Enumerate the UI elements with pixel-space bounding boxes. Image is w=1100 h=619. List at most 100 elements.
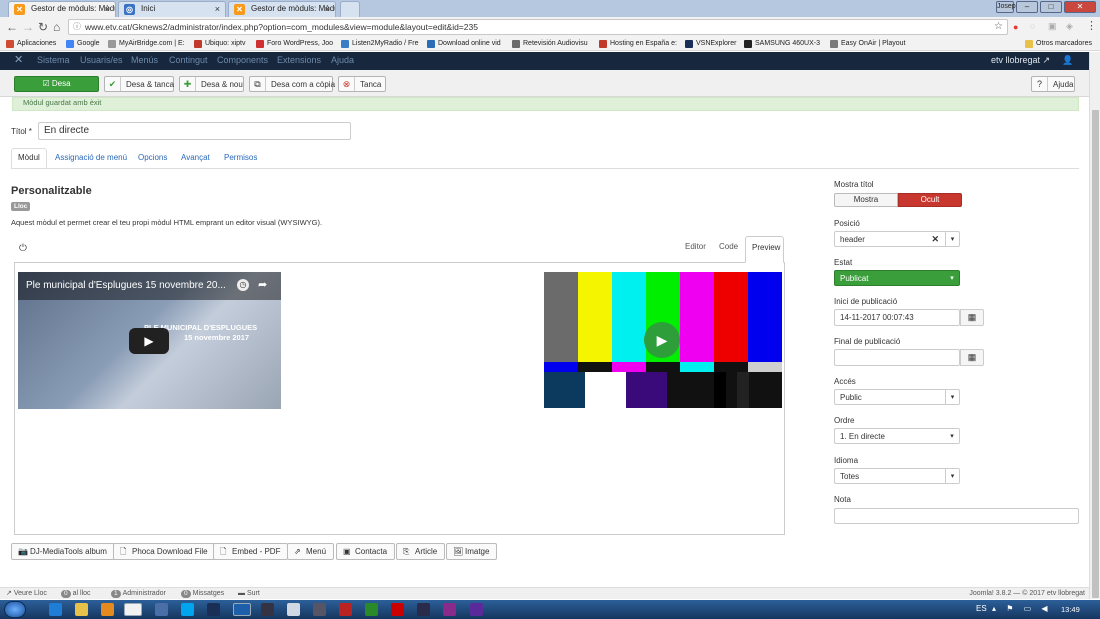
skype-icon[interactable] bbox=[181, 603, 194, 616]
publish-start-input[interactable]: 14-11-2017 00:07:43 bbox=[834, 309, 960, 326]
star-icon[interactable]: ☆ bbox=[994, 20, 1003, 34]
reload-icon[interactable]: ↻ bbox=[38, 20, 48, 34]
title-input[interactable]: En directe bbox=[38, 122, 351, 140]
other-bookmarks[interactable]: Otros marcadores bbox=[1025, 38, 1092, 50]
forward-icon[interactable]: → bbox=[22, 20, 34, 34]
video-title[interactable]: Ple municipal d'Esplugues 15 novembre 20… bbox=[26, 280, 226, 291]
tab-permissions[interactable]: Permisos bbox=[224, 153, 257, 162]
help-button[interactable]: ? Ajuda bbox=[1031, 76, 1075, 92]
extension-icon[interactable]: ◌ bbox=[1030, 22, 1035, 31]
joomla-logo-icon[interactable]: ✕ bbox=[14, 53, 23, 66]
show-title-show-button[interactable]: Mostra bbox=[834, 193, 898, 207]
menu-icon[interactable]: ⋮ bbox=[1086, 19, 1097, 32]
save-new-button[interactable]: ✚ Desa & nou bbox=[179, 76, 244, 92]
language-select[interactable]: Totes ▾ bbox=[834, 468, 960, 484]
bookmark-item[interactable]: SAMSUNG 460UX-3 bbox=[744, 38, 820, 50]
dj-mediatools-button[interactable]: 📷 DJ-MediaTools album bbox=[11, 543, 115, 560]
nav-usuaris[interactable]: Usuaris/es bbox=[80, 55, 123, 65]
minimize-button[interactable]: – bbox=[1016, 1, 1038, 13]
bookmark-item[interactable]: Aplicaciones bbox=[6, 38, 56, 50]
url-input[interactable]: ⓘ www.etv.cat/Gknews2/administrator/inde… bbox=[68, 19, 1008, 35]
home-icon[interactable]: ⌂ bbox=[53, 20, 60, 34]
status-select[interactable]: Publicat ▾ bbox=[834, 270, 960, 286]
tab-menu-assignment[interactable]: Assignació de menú bbox=[55, 153, 127, 162]
outlook-icon[interactable] bbox=[233, 603, 251, 616]
clock-icon[interactable]: ◷ bbox=[237, 279, 249, 291]
play-icon[interactable]: ▶ bbox=[129, 328, 169, 354]
youtube-video-embed[interactable]: Ple municipal d'Esplugues 15 novembre 20… bbox=[18, 272, 281, 409]
publish-end-input[interactable] bbox=[834, 349, 960, 366]
menu-button[interactable]: ⇗ Menú bbox=[287, 543, 335, 560]
bookmark-item[interactable]: Ubiquo: xiptv bbox=[194, 38, 245, 50]
show-title-hide-button[interactable]: Ocult bbox=[898, 193, 962, 207]
app-icon[interactable] bbox=[261, 603, 274, 616]
bookmark-item[interactable]: Easy OnAir | Playout bbox=[830, 38, 905, 50]
editor-tab-editor[interactable]: Editor bbox=[685, 242, 706, 251]
language-indicator[interactable]: ES bbox=[976, 604, 987, 613]
save-close-button[interactable]: ✔ Desa & tanca bbox=[104, 76, 174, 92]
calendar-icon[interactable]: ▦ bbox=[960, 349, 984, 366]
clock[interactable]: 13:49 bbox=[1061, 605, 1080, 614]
app-icon[interactable] bbox=[391, 603, 404, 616]
access-select[interactable]: Public ▾ bbox=[834, 389, 960, 405]
explorer-icon[interactable] bbox=[75, 603, 88, 616]
filezilla-icon[interactable] bbox=[339, 603, 352, 616]
tab-options[interactable]: Opcions bbox=[138, 153, 167, 162]
phoca-download-button[interactable]: 🗋 Phoca Download File bbox=[113, 543, 216, 560]
extension-icon[interactable]: ▣ bbox=[1048, 21, 1057, 32]
close-icon[interactable]: × bbox=[325, 2, 330, 16]
view-site-link[interactable]: ↗ Veure Lloc bbox=[6, 588, 47, 599]
scrollbar[interactable] bbox=[1089, 52, 1100, 599]
shield-icon[interactable]: ◈ bbox=[1066, 21, 1073, 32]
browser-tab-modules-2[interactable]: ✕ Gestor de mòduls: Mòdu × bbox=[228, 1, 336, 17]
ie-icon[interactable] bbox=[49, 603, 62, 616]
article-button[interactable]: ⎘ Article bbox=[396, 543, 446, 560]
messages-count[interactable]: 0 Missatges bbox=[181, 588, 224, 599]
window-close-button[interactable]: ✕ bbox=[1064, 1, 1096, 13]
editor-preview-area[interactable]: Ple municipal d'Esplugues 15 novembre 20… bbox=[14, 262, 785, 535]
user-icon[interactable]: 👤 bbox=[1062, 55, 1073, 66]
tab-modul[interactable]: Mòdul bbox=[18, 153, 40, 162]
app-icon[interactable] bbox=[155, 603, 168, 616]
image-button[interactable]: 🖼 Imatge bbox=[446, 543, 498, 560]
calendar-icon[interactable]: ▦ bbox=[960, 309, 984, 326]
profile-button[interactable]: Josep bbox=[996, 1, 1016, 13]
nav-ajuda[interactable]: Ajuda bbox=[331, 55, 354, 65]
contact-button[interactable]: ▣ Contacta bbox=[336, 543, 396, 560]
browser-tab-inici[interactable]: ◎ Inici × bbox=[118, 1, 226, 17]
new-tab-button[interactable] bbox=[340, 1, 360, 17]
app-icon[interactable] bbox=[470, 603, 483, 616]
bookmark-item[interactable]: Foro WordPress, Joo bbox=[256, 38, 333, 50]
editor-tab-code[interactable]: Code bbox=[719, 242, 738, 251]
order-select[interactable]: 1. En directe ▾ bbox=[834, 428, 960, 444]
embed-pdf-button[interactable]: 🗋 Embed - PDF bbox=[213, 543, 289, 560]
app-icon[interactable] bbox=[207, 603, 220, 616]
bookmark-item[interactable]: Hosting en España e: bbox=[599, 38, 677, 50]
nav-menus[interactable]: Menús bbox=[131, 55, 158, 65]
bookmark-item[interactable]: Download online vid bbox=[427, 38, 501, 50]
start-button[interactable] bbox=[4, 601, 26, 618]
media-icon[interactable] bbox=[101, 603, 114, 616]
close-icon[interactable]: × bbox=[215, 2, 220, 16]
browser-tab-modules-1[interactable]: ✕ Gestor de mòduls: Mòdu × bbox=[8, 1, 116, 17]
tray-icons[interactable]: ▴ ⚑ ▭ ◀ bbox=[992, 604, 1052, 613]
extension-icon[interactable]: ● bbox=[1013, 22, 1018, 32]
live-stream-embed[interactable]: ▶ bbox=[544, 272, 782, 408]
tab-advanced[interactable]: Avançat bbox=[181, 153, 210, 162]
maximize-button[interactable]: □ bbox=[1040, 1, 1062, 13]
bookmark-item[interactable]: Retevisión Audiovisu bbox=[512, 38, 588, 50]
nav-extensions[interactable]: Extensions bbox=[277, 55, 321, 65]
play-icon[interactable]: ▶ bbox=[644, 322, 680, 358]
nav-contingut[interactable]: Contingut bbox=[169, 55, 208, 65]
nav-sistema[interactable]: Sistema bbox=[37, 55, 70, 65]
clear-icon[interactable]: ✕ bbox=[931, 232, 939, 247]
close-icon[interactable]: × bbox=[105, 2, 110, 16]
logout-link[interactable]: ▬ Surt bbox=[238, 588, 260, 599]
share-icon[interactable]: ➦ bbox=[258, 278, 267, 291]
bookmark-item[interactable]: Listen2MyRadio / Fre bbox=[341, 38, 419, 50]
app-icon[interactable] bbox=[365, 603, 378, 616]
chrome-icon[interactable] bbox=[124, 603, 142, 616]
back-icon[interactable]: ← bbox=[6, 20, 18, 34]
save-copy-button[interactable]: ⧉ Desa com a còpia bbox=[249, 76, 335, 92]
app-icon[interactable] bbox=[313, 603, 326, 616]
